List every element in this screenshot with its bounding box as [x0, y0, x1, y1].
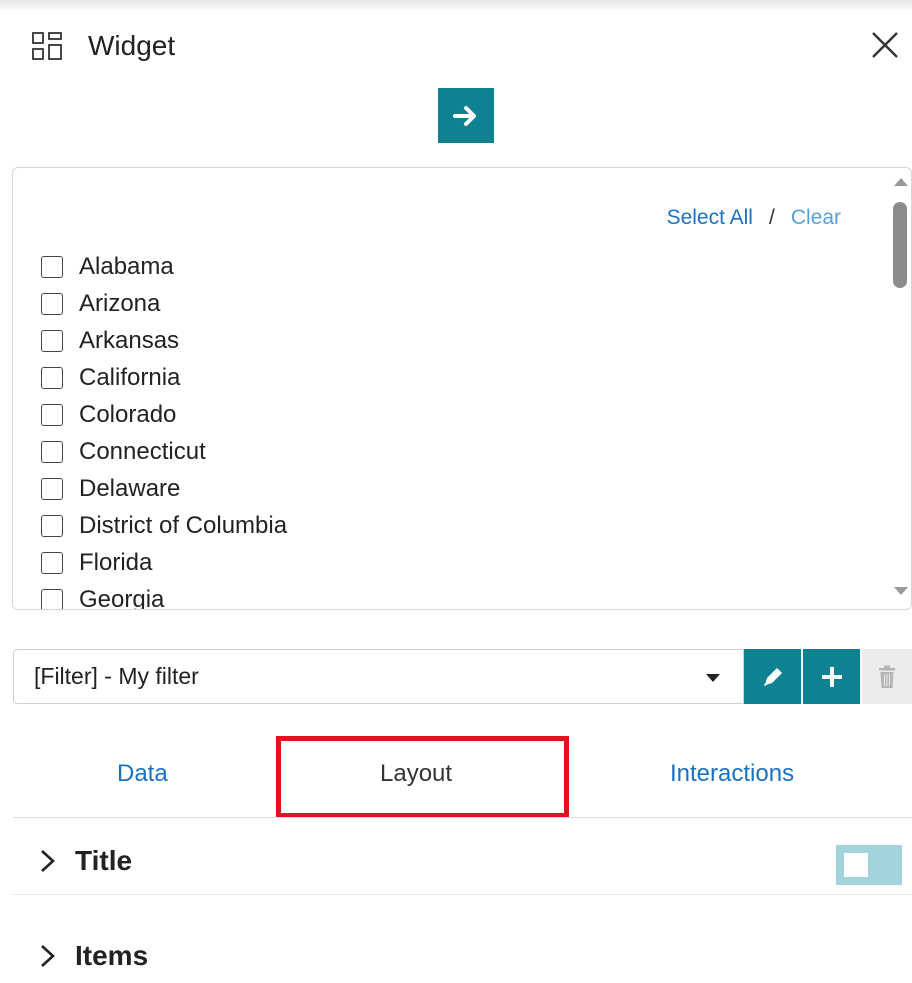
- item-label: Delaware: [79, 474, 181, 502]
- item-label: Florida: [79, 548, 153, 576]
- apply-arrow-button[interactable]: [438, 88, 494, 143]
- scroll-down-arrow-icon[interactable]: [894, 587, 908, 595]
- checkbox[interactable]: [41, 292, 63, 315]
- chevron-down-icon: [706, 674, 720, 682]
- list-item[interactable]: District of Columbia: [41, 507, 287, 544]
- clear-link[interactable]: Clear: [791, 206, 841, 229]
- checkbox[interactable]: [41, 329, 63, 352]
- checkbox[interactable]: [41, 440, 63, 463]
- list-item[interactable]: Arkansas: [41, 322, 287, 359]
- item-label: District of Columbia: [79, 511, 288, 539]
- section-header: Title: [37, 845, 132, 877]
- title-toggle[interactable]: [836, 845, 902, 885]
- close-icon[interactable]: [868, 28, 902, 62]
- item-label: California: [79, 363, 181, 391]
- highlight-annotation-box: [276, 736, 569, 818]
- list-item[interactable]: Alabama: [41, 248, 287, 285]
- list-item[interactable]: Colorado: [41, 396, 287, 433]
- panel-header: Widget: [0, 24, 912, 70]
- delete-filter-button[interactable]: [862, 649, 912, 704]
- chevron-right-icon: [41, 945, 55, 967]
- trash-icon: [879, 665, 895, 688]
- checkbox[interactable]: [41, 588, 63, 609]
- list-scrollbar[interactable]: [889, 168, 911, 609]
- select-controls: Select All / Clear: [667, 206, 841, 230]
- section-items[interactable]: Items: [13, 940, 912, 980]
- list-item[interactable]: Connecticut: [41, 433, 287, 470]
- top-shadow: [0, 0, 912, 12]
- arrow-right-icon: [453, 105, 476, 126]
- tab-data[interactable]: Data: [117, 760, 168, 788]
- section-label: Items: [75, 940, 149, 971]
- checkbox[interactable]: [41, 366, 63, 389]
- list-item[interactable]: Georgia: [41, 581, 287, 610]
- select-all-link[interactable]: Select All: [667, 206, 753, 229]
- select-separator: /: [768, 206, 775, 229]
- item-label: Colorado: [79, 400, 177, 428]
- item-label: Arkansas: [79, 326, 180, 354]
- checkbox-list: Alabama Arizona Arkansas California Colo…: [41, 248, 287, 610]
- item-label: Alabama: [79, 252, 174, 280]
- list-item[interactable]: California: [41, 359, 287, 396]
- plus-icon: [821, 666, 842, 687]
- item-label: Connecticut: [79, 437, 206, 465]
- checkbox[interactable]: [41, 403, 63, 426]
- tab-interactions[interactable]: Interactions: [670, 760, 794, 788]
- pencil-icon: [763, 667, 782, 686]
- section-title[interactable]: Title: [13, 845, 912, 895]
- panel-title: Widget: [88, 30, 176, 61]
- widget-grid-icon: [32, 32, 62, 60]
- list-item[interactable]: Arizona: [41, 285, 287, 322]
- add-filter-button[interactable]: [803, 649, 860, 704]
- section-header: Items: [37, 940, 148, 972]
- list-item[interactable]: Delaware: [41, 470, 287, 507]
- checkbox[interactable]: [41, 477, 63, 500]
- item-label: Georgia: [79, 585, 165, 610]
- state-list-box[interactable]: Select All / Clear Alabama Arizona Arkansa…: [12, 167, 912, 610]
- edit-filter-button[interactable]: [744, 649, 801, 704]
- section-label: Title: [75, 845, 133, 876]
- tabs-divider: [13, 817, 912, 818]
- item-label: Arizona: [79, 289, 161, 317]
- scroll-thumb[interactable]: [893, 202, 907, 288]
- filter-dropdown[interactable]: [Filter] - My filter: [13, 649, 744, 704]
- checkbox[interactable]: [41, 514, 63, 537]
- checkbox[interactable]: [41, 255, 63, 278]
- scroll-up-arrow-icon[interactable]: [894, 178, 908, 186]
- toggle-knob: [844, 853, 868, 877]
- list-item[interactable]: Florida: [41, 544, 287, 581]
- filter-selected-value: [Filter] - My filter: [34, 663, 199, 689]
- chevron-right-icon: [41, 850, 55, 872]
- checkbox[interactable]: [41, 551, 63, 574]
